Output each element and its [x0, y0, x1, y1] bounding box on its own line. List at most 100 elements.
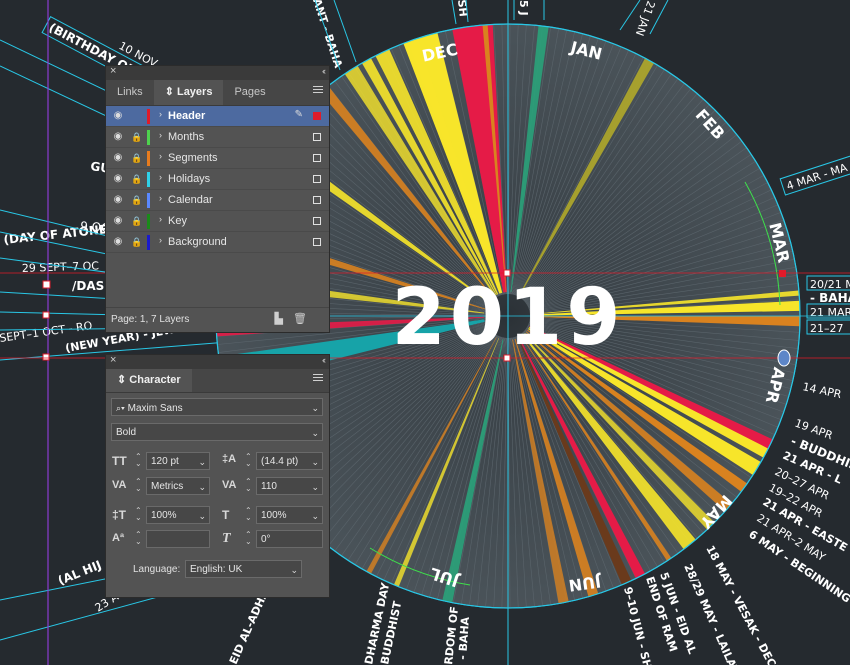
layer-name: Header: [168, 110, 206, 122]
layers-panel-header[interactable]: × ‹‹: [106, 65, 329, 80]
close-icon[interactable]: ×: [110, 354, 116, 366]
tab-layers-label: Layers: [176, 86, 213, 98]
layer-selection-square[interactable]: [313, 196, 321, 204]
layer-selection-square[interactable]: [313, 238, 321, 246]
chevron-right-icon[interactable]: ›: [159, 151, 162, 161]
layer-selection-square[interactable]: [313, 133, 321, 141]
layer-color-swatch: [147, 151, 150, 166]
layer-selection-square[interactable]: [313, 154, 321, 162]
layer-row[interactable]: ◉ 🔒 › Holidays: [106, 169, 329, 190]
eye-icon[interactable]: ◉: [109, 193, 127, 207]
tracking-field[interactable]: 110 ⌄: [256, 477, 323, 495]
skew-stepper[interactable]: ⌃ ⌄: [245, 531, 252, 546]
layer-row[interactable]: ◉ 🔒 › Calendar: [106, 190, 329, 211]
layer-row[interactable]: ◉ 🔒 › Background: [106, 232, 329, 253]
font-family-select[interactable]: ⌕▾ Maxim Sans ⌄: [111, 398, 323, 416]
lock-icon[interactable]: 🔒: [130, 130, 144, 144]
layer-color-swatch: [147, 172, 150, 187]
eye-icon[interactable]: ◉: [109, 214, 127, 228]
panel-menu-icon[interactable]: [313, 86, 323, 95]
chevron-right-icon[interactable]: ›: [159, 235, 162, 245]
chevron-right-icon[interactable]: ›: [159, 214, 162, 224]
skew-field[interactable]: 0°: [256, 530, 323, 548]
layer-selection-square[interactable]: [313, 175, 321, 183]
horizontal-scale-field[interactable]: 100% ⌄: [256, 506, 323, 524]
new-layer-icon[interactable]: ▙: [275, 312, 283, 325]
character-panel-header[interactable]: × ‹‹: [106, 354, 329, 369]
font-size-value: 120 pt: [151, 456, 179, 467]
label-alhij: (AL HIJ: [56, 558, 104, 588]
font-size-field[interactable]: 120 pt ⌄: [146, 452, 210, 470]
layer-row[interactable]: ◉ 🔒 › Key: [106, 211, 329, 232]
eye-icon[interactable]: ◉: [109, 130, 127, 144]
vertical-scale-stepper[interactable]: ⌃ ⌄: [135, 507, 142, 522]
collapse-icon[interactable]: ‹‹: [322, 66, 326, 76]
layers-count: Page: 1, 7 Layers: [111, 314, 190, 325]
tab-character[interactable]: ⇕ Character: [106, 369, 192, 392]
layer-row[interactable]: ◉ › Header ✎: [106, 106, 329, 127]
panel-menu-icon[interactable]: [313, 374, 323, 383]
eye-icon[interactable]: ◉: [109, 172, 127, 186]
tracking-stepper[interactable]: ⌃ ⌄: [245, 478, 252, 493]
close-icon[interactable]: ×: [110, 65, 116, 77]
layer-row[interactable]: ◉ 🔒 › Months: [106, 127, 329, 148]
lock-icon[interactable]: 🔒: [130, 172, 144, 186]
language-select[interactable]: English: UK ⌄: [185, 560, 302, 578]
layers-list: ◉ › Header ✎ ◉ 🔒 › Months ◉ 🔒 › Segments ◉ 🔒 › Holidays…: [106, 106, 329, 253]
character-panel: × ‹‹ ⇕ Character ⌕▾ Maxim Sans ⌄ Bold ⌄ TT…: [105, 354, 330, 598]
tab-layers[interactable]: ⇕ Layers: [153, 80, 224, 105]
label-2127: 21–27: [810, 322, 844, 335]
vertical-scale-value: 100%: [151, 510, 177, 521]
leading-field[interactable]: (14.4 pt) ⌄: [256, 452, 323, 470]
tab-pages[interactable]: Pages: [223, 80, 276, 105]
chevron-right-icon[interactable]: ›: [159, 130, 162, 140]
chevron-right-icon[interactable]: ›: [159, 109, 162, 119]
kerning-value: Metrics: [151, 481, 184, 492]
layer-color-swatch: [147, 214, 150, 229]
chevron-right-icon[interactable]: ›: [159, 193, 162, 203]
leading-stepper[interactable]: ⌃ ⌄: [245, 453, 252, 468]
year-title[interactable]: 2019: [391, 273, 624, 363]
chevron-down-icon: ⌄: [311, 511, 319, 521]
label-4mar: 4 MAR - MA: [785, 161, 850, 193]
eye-icon[interactable]: ◉: [109, 151, 127, 165]
layer-selection-square[interactable]: [313, 217, 321, 225]
kerning-field[interactable]: Metrics ⌄: [146, 477, 210, 495]
kerning-stepper[interactable]: ⌃ ⌄: [135, 478, 142, 493]
panel-tabs: Links ⇕ Layers Pages: [106, 80, 329, 106]
lock-icon[interactable]: 🔒: [130, 235, 144, 249]
layer-selection-square[interactable]: [313, 112, 321, 120]
horizontal-scale-stepper[interactable]: ⌃ ⌄: [245, 507, 252, 522]
vertical-scale-field[interactable]: 100% ⌄: [146, 506, 210, 524]
lock-icon[interactable]: 🔒: [130, 193, 144, 207]
baseline-shift-stepper[interactable]: ⌃ ⌄: [135, 531, 142, 546]
tracking-value: 110: [261, 481, 277, 492]
font-size-stepper[interactable]: ⌃ ⌄: [135, 453, 142, 468]
language-value: English: UK: [190, 564, 243, 575]
layer-name: Months: [168, 131, 205, 143]
font-style-select[interactable]: Bold ⌄: [111, 423, 323, 441]
baseline-shift-field[interactable]: [146, 530, 210, 548]
layer-name: Key: [168, 215, 187, 227]
collapse-icon[interactable]: ‹‹: [322, 355, 326, 365]
label-2021m: 20/21 M: [810, 278, 850, 291]
kerning-icon: VA: [112, 479, 127, 491]
chevron-down-icon: ⌄: [311, 457, 319, 467]
lock-icon[interactable]: 🔒: [130, 151, 144, 165]
tracking-icon: VA: [222, 479, 237, 491]
layer-color-swatch: [147, 235, 150, 250]
lock-icon[interactable]: [130, 109, 144, 123]
eye-icon[interactable]: ◉: [109, 235, 127, 249]
tab-links[interactable]: Links: [106, 80, 154, 105]
layer-name: Background: [168, 236, 227, 248]
chevron-right-icon[interactable]: ›: [159, 172, 162, 182]
label-21mar: 21 MAR: [810, 306, 850, 319]
label-baha: - BAHA: [810, 291, 850, 305]
layer-name: Holidays: [168, 173, 211, 185]
layer-name: Calendar: [168, 194, 213, 206]
layer-row[interactable]: ◉ 🔒 › Segments: [106, 148, 329, 169]
eye-icon[interactable]: ◉: [109, 109, 127, 123]
lock-icon[interactable]: 🔒: [130, 214, 144, 228]
trash-icon[interactable]: 🗑: [293, 312, 307, 325]
skew-value: 0°: [261, 534, 271, 545]
